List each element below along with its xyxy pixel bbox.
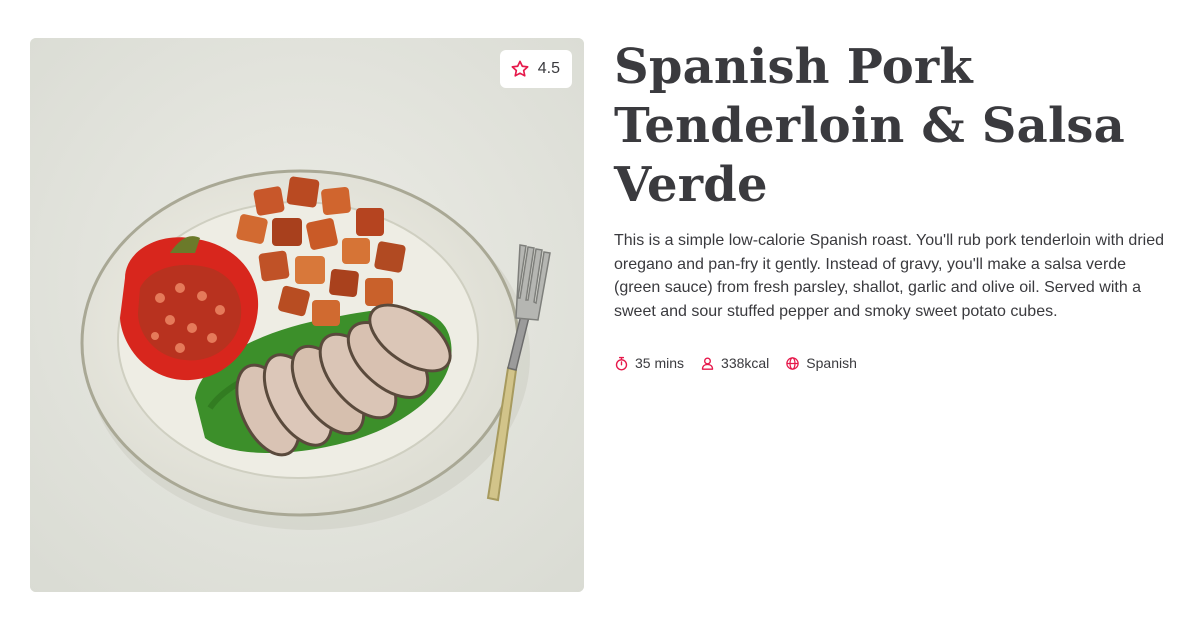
recipe-description: This is a simple low-calorie Spanish roa…: [614, 232, 1164, 320]
recipe-meta: 35 mins 338kcal Spanish: [614, 355, 873, 371]
globe-icon: [786, 356, 800, 370]
meta-time: 35 mins: [614, 355, 684, 371]
person-icon: [701, 357, 714, 370]
meta-cuisine: Spanish: [785, 355, 857, 371]
meta-calories-text: 338kcal: [721, 355, 770, 371]
rating-badge: 4.5: [499, 50, 572, 88]
meta-time-text: 35 mins: [635, 355, 685, 371]
recipe-title: Spanish Pork Tenderloin & Salsa Verde: [614, 39, 1125, 213]
meta-calories: 338kcal: [700, 355, 769, 371]
recipe-image[interactable]: 4.5: [30, 38, 584, 592]
star-icon: [511, 60, 529, 77]
timer-icon: [615, 356, 628, 370]
rating-value: 4.5: [537, 60, 560, 77]
meta-cuisine-text: Spanish: [806, 355, 857, 371]
dish-illustration: [30, 38, 584, 592]
